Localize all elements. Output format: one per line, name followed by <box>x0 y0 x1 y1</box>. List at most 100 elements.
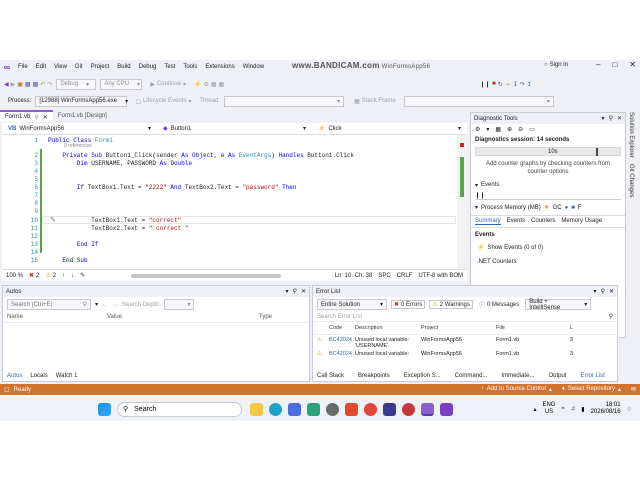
bandicam-icon[interactable] <box>402 402 415 416</box>
menu-tools[interactable]: Tools <box>179 64 201 70</box>
continue-button[interactable]: ▶ Continue ▾ <box>146 81 190 88</box>
step-over-icon[interactable]: ↷ <box>520 81 525 88</box>
save-all-icon[interactable]: ▩ <box>33 81 39 88</box>
column-line[interactable]: L <box>570 325 594 331</box>
photos-icon[interactable] <box>307 402 320 416</box>
timeline-ruler[interactable]: 10s <box>475 147 621 156</box>
autos-search-input[interactable]: Search (Ctrl+E) ⚲ <box>7 299 91 310</box>
error-search-input[interactable]: Search Error List ⚲ <box>313 312 617 322</box>
column-name[interactable]: Name <box>7 314 107 320</box>
chevron-down-icon[interactable]: ▾ <box>602 115 605 122</box>
chevron-down-icon[interactable]: ▾ <box>95 301 98 308</box>
warnings-filter-button[interactable]: ⚠ 2 Warnings <box>429 300 473 309</box>
horizontal-scrollbar[interactable] <box>131 273 282 278</box>
tab-error-list[interactable]: Error List <box>580 373 604 379</box>
show-next-statement-icon[interactable]: → <box>505 81 511 87</box>
forward-icon[interactable]: → <box>112 302 118 308</box>
language-indicator[interactable]: ENG US <box>542 402 555 416</box>
tab-watch-1[interactable]: Watch 1 <box>56 373 78 379</box>
code-line[interactable]: End If <box>48 241 99 248</box>
office-icon[interactable] <box>345 402 358 416</box>
column-value[interactable]: Value <box>107 314 259 320</box>
toolbox-icon[interactable]: ⚙ <box>203 81 208 88</box>
close-icon[interactable]: ✕ <box>629 60 636 69</box>
store-icon[interactable] <box>288 402 301 416</box>
stack-frame-dropdown[interactable]: ▾ <box>403 95 554 107</box>
column-code[interactable]: Code <box>329 325 355 331</box>
close-icon[interactable]: ✕ <box>43 114 48 121</box>
menu-file[interactable]: File <box>14 64 32 70</box>
events-section[interactable]: ▾ Events <box>471 178 625 189</box>
wifi-icon[interactable]: ≈ <box>561 406 564 412</box>
file-encoding[interactable]: UTF-8 with BOM <box>418 273 463 279</box>
settings-icon[interactable]: ⚙ <box>475 126 480 133</box>
code-line[interactable]: Private Sub Button1_Click(sender As Obje… <box>48 152 354 159</box>
step-into-icon[interactable]: ↧ <box>513 81 518 88</box>
code-line[interactable]: Public Class Form1 <box>48 137 113 144</box>
step-out-icon[interactable]: ↥ <box>527 81 532 88</box>
column-description[interactable]: Description <box>355 325 421 331</box>
event-dropdown[interactable]: ⚡ Click ▾ <box>312 125 467 133</box>
zoom-out-icon[interactable]: ⊖ <box>518 126 523 133</box>
forward-icon[interactable]: ▶ <box>11 81 16 88</box>
platform-dropdown[interactable]: Any CPU ▾ <box>100 78 143 90</box>
hot-reload-icon[interactable]: ⚡ <box>194 81 201 88</box>
messages-filter-button[interactable]: ⓘ 0 Messages <box>477 300 521 310</box>
tab-solution-explorer[interactable]: Solution Explorer <box>628 112 634 158</box>
project-dropdown[interactable]: VB WinFormsApp56 ▾ <box>2 125 157 133</box>
column-file[interactable]: File <box>496 325 570 331</box>
code-line[interactable]: TextBox2.Text = " correct " <box>48 225 188 232</box>
menu-test[interactable]: Test <box>160 64 179 70</box>
code-line[interactable]: If TextBox1.Text = "2222" And TextBox2.T… <box>48 184 297 191</box>
tab-form1-design[interactable]: Form1.vb [Design] <box>53 110 112 122</box>
file-explorer-icon[interactable] <box>250 402 263 416</box>
minimize-icon[interactable]: – <box>596 60 600 69</box>
column-project[interactable]: Project <box>421 325 496 331</box>
warning-count[interactable]: ⚠ 2 <box>45 272 56 280</box>
tab-events[interactable]: Events <box>507 218 525 225</box>
notification-bell-icon[interactable]: ♢ <box>627 406 632 413</box>
pin-icon[interactable]: ⚲ <box>34 114 38 121</box>
code-editor[interactable]: 1 2 3 4 5 6 7 8 9 10 11 12 13 14 15 0 references Publi… <box>2 135 467 269</box>
save-icon[interactable]: ▩ <box>25 81 31 88</box>
vertical-scrollbar[interactable] <box>457 135 467 269</box>
menu-project[interactable]: Project <box>87 64 114 70</box>
pin-icon[interactable]: ⚲ <box>609 115 613 122</box>
tab-breakpoints[interactable]: Breakpoints <box>358 373 390 379</box>
select-tools-icon[interactable]: ▦ <box>495 126 501 133</box>
show-events-link[interactable]: ⚡ Show Events (0 of 0) <box>471 242 625 253</box>
row-code[interactable]: BC42024 <box>329 351 355 360</box>
tab-command-window[interactable]: Command... <box>455 373 488 379</box>
clock[interactable]: 18:01 2026/08/16 <box>591 402 621 416</box>
pin-icon[interactable]: ⚲ <box>601 288 605 295</box>
table-row[interactable]: ⚠ BC42024 Unused local variable: 'USERNA… <box>313 335 617 351</box>
lifecycle-events-button[interactable]: ▢ Lifecycle Events ▾ <box>131 98 195 105</box>
close-icon[interactable]: ✕ <box>609 288 614 295</box>
undo-icon[interactable]: ↶ <box>40 81 45 88</box>
menu-edit[interactable]: Edit <box>32 64 50 70</box>
vs-installer-icon[interactable] <box>440 402 453 416</box>
chevron-down-icon[interactable]: ▾ <box>286 288 289 295</box>
media-icon[interactable] <box>383 402 396 416</box>
tab-memory-usage[interactable]: Memory Usage <box>561 218 602 225</box>
column-type[interactable]: Type <box>259 314 272 320</box>
chrome-icon[interactable] <box>364 402 377 416</box>
zoom-in-icon[interactable]: ⊕ <box>507 126 512 133</box>
scope-dropdown[interactable]: Entire Solution ▾ <box>317 299 387 310</box>
menu-git[interactable]: Git <box>71 64 87 70</box>
taskbar-search[interactable]: ⚲ Search <box>117 401 242 417</box>
prev-issue-icon[interactable]: ↑ <box>62 273 65 279</box>
sign-in-button[interactable]: ○ Sign in <box>544 62 568 68</box>
chevron-down-icon[interactable]: ▾ <box>594 288 597 295</box>
tab-counters[interactable]: Counters <box>531 218 555 225</box>
pause-icon[interactable]: ❙❙ <box>480 81 490 88</box>
table-row[interactable]: ⚠ BC42024 Unused local variable: WinForm… <box>313 351 617 360</box>
tab-locals[interactable]: Locals <box>30 373 47 379</box>
tab-autos[interactable]: Autos <box>7 373 22 379</box>
close-icon[interactable]: ✕ <box>301 288 306 295</box>
process-dropdown[interactable]: [12988] WinFormsApp56.exe ▾ <box>35 95 128 107</box>
object-dropdown[interactable]: ◆ Button1 ▾ <box>157 125 312 133</box>
tab-output[interactable]: Output <box>548 373 566 379</box>
thread-dropdown[interactable]: ▾ <box>224 95 345 107</box>
tab-call-stack[interactable]: Call Stack <box>317 373 344 379</box>
